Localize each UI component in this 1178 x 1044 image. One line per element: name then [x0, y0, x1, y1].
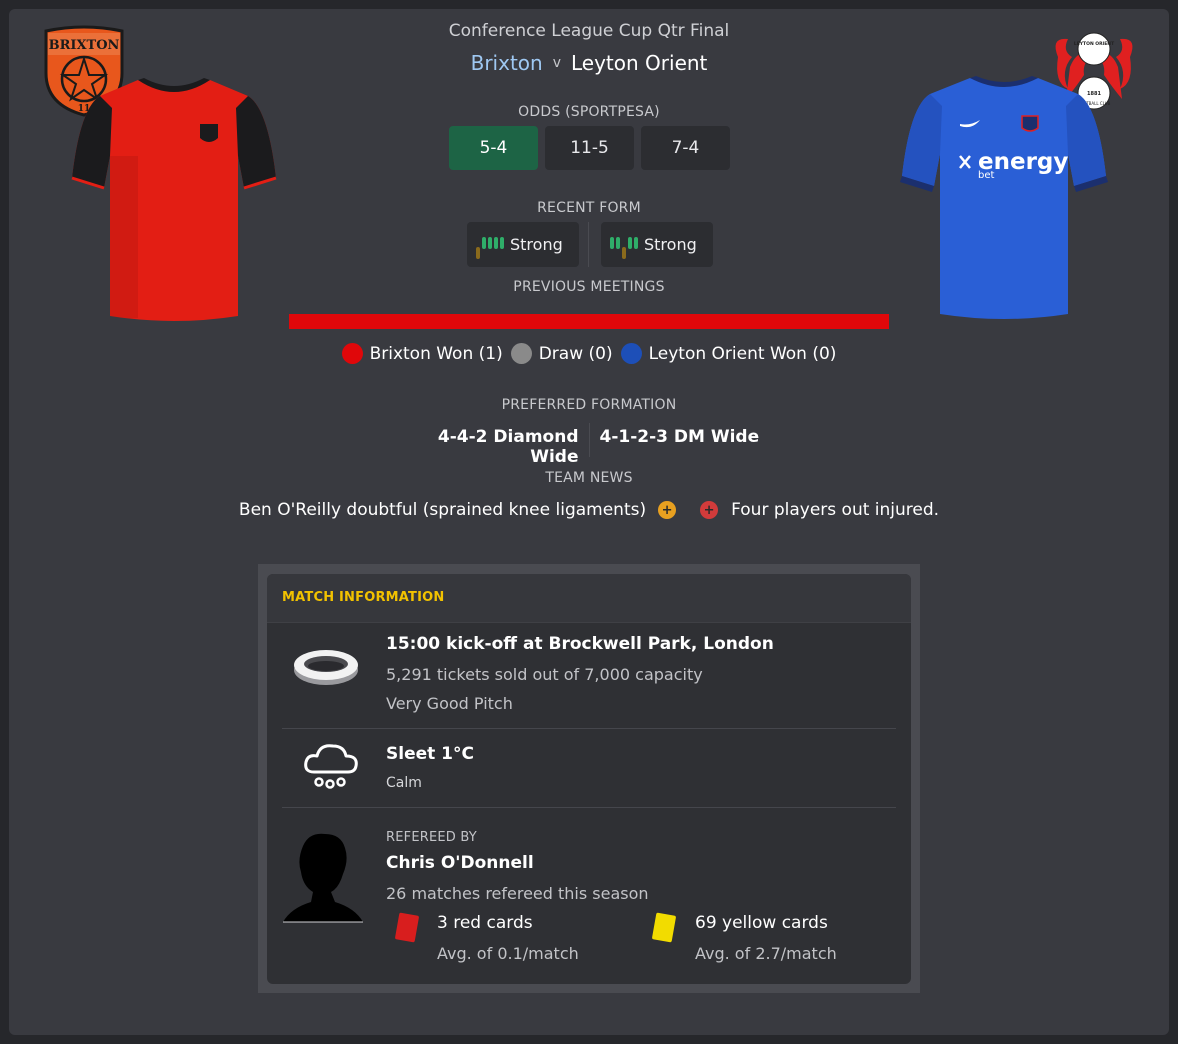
odds-away-win[interactable]: 7-4 [641, 126, 730, 170]
weather-condition-text: Sleet 1°C [386, 744, 474, 764]
form-divider [588, 222, 589, 267]
svg-text:LEYTON ORIENT: LEYTON ORIENT [1074, 41, 1115, 47]
form-bar [500, 236, 504, 249]
recent-form-row: Strong Strong [467, 222, 713, 267]
wind-text: Calm [386, 775, 422, 791]
legend-home: Brixton Won (1) [341, 343, 503, 364]
home-won-text: Brixton Won (1) [369, 343, 503, 364]
previous-meetings-label: PREVIOUS MEETINGS [513, 279, 665, 295]
previous-meetings-bar[interactable] [289, 314, 889, 329]
recent-form-label: RECENT FORM [537, 200, 641, 216]
yellow-cards-average: Avg. of 2.7/match [695, 944, 837, 963]
team-news-label: TEAM NEWS [545, 470, 633, 486]
section-divider [282, 807, 896, 808]
home-form-box[interactable]: Strong [467, 222, 579, 267]
home-form-bars-icon [476, 231, 504, 259]
versus-label: v [552, 55, 561, 71]
odds-row: 5-4 11-5 7-4 [449, 126, 730, 170]
referee-name[interactable]: Chris O'Donnell [386, 853, 534, 873]
away-team-name[interactable]: Leyton Orient [571, 51, 707, 75]
away-won-text: Leyton Orient Won (0) [648, 343, 837, 364]
team-news-row: Ben O'Reilly doubtful (sprained knee lig… [0, 500, 1178, 520]
match-information-card: MATCH INFORMATION 15:00 kick-off at Broc… [267, 574, 911, 984]
legend-draw: Draw (0) [510, 343, 613, 364]
form-bar [610, 236, 614, 249]
away-form-box[interactable]: Strong [601, 222, 713, 267]
form-bar [628, 236, 632, 249]
stadium-icon [294, 650, 358, 685]
match-information-title: MATCH INFORMATION [282, 590, 445, 605]
home-formation[interactable]: 4-4-2 Diamond Wide [411, 427, 589, 467]
injury-plus-icon: + [700, 501, 719, 519]
form-bar [616, 236, 620, 249]
legend-away: Leyton Orient Won (0) [620, 343, 837, 364]
tickets-text: 5,291 tickets sold out of 7,000 capacity [386, 665, 703, 684]
svg-text:bet: bet [978, 170, 995, 181]
away-dot-icon [620, 343, 642, 364]
sleet-weather-icon [304, 744, 358, 789]
odds-home-win[interactable]: 5-4 [449, 126, 538, 170]
preferred-formation-label: PREFERRED FORMATION [501, 397, 677, 413]
form-bar [482, 236, 486, 249]
form-bar [634, 236, 638, 249]
refereed-by-label: REFEREED BY [386, 830, 477, 845]
previous-meetings-legend: Brixton Won (1) Draw (0) Leyton Orient W… [0, 343, 1178, 364]
home-dot-icon [341, 343, 363, 364]
home-team-name[interactable]: Brixton [471, 51, 543, 75]
away-form-text: Strong [644, 235, 697, 254]
red-cards-text: 3 red cards [437, 913, 533, 933]
odds-draw[interactable]: 11-5 [545, 126, 634, 170]
referee-matches-text: 26 matches refereed this season [386, 884, 649, 903]
draw-text: Draw (0) [538, 343, 613, 364]
kickoff-venue-text[interactable]: 15:00 kick-off at Brockwell Park, London [386, 634, 774, 654]
draw-dot-icon [510, 343, 532, 364]
home-form-text: Strong [510, 235, 563, 254]
doubtful-plus-icon: + [658, 501, 677, 519]
formation-divider [588, 423, 590, 457]
away-team-news[interactable]: Four players out injured. [731, 500, 939, 520]
odds-label: ODDS (SPORTPESA) [518, 104, 660, 120]
form-bar [488, 236, 492, 249]
home-team-news[interactable]: Ben O'Reilly doubtful (sprained knee lig… [239, 500, 646, 520]
referee-avatar[interactable] [283, 830, 365, 924]
fixture-title: Brixton v Leyton Orient [0, 51, 1178, 75]
form-bar [494, 236, 498, 249]
yellow-cards-text: 69 yellow cards [695, 913, 828, 933]
competition-title[interactable]: Conference League Cup Qtr Final [0, 21, 1178, 41]
away-form-bars-icon [610, 231, 638, 259]
pitch-condition-text: Very Good Pitch [386, 694, 513, 713]
form-bar [476, 246, 480, 259]
red-card-icon [394, 912, 420, 943]
red-cards-average: Avg. of 0.1/match [437, 944, 579, 963]
yellow-card-icon [651, 912, 677, 943]
form-bar [622, 246, 626, 259]
section-divider [282, 728, 896, 729]
match-information-header: MATCH INFORMATION [267, 574, 911, 623]
away-formation[interactable]: 4-1-2-3 DM Wide [590, 427, 768, 467]
formation-row: 4-4-2 Diamond Wide 4-1-2-3 DM Wide [0, 423, 1178, 467]
